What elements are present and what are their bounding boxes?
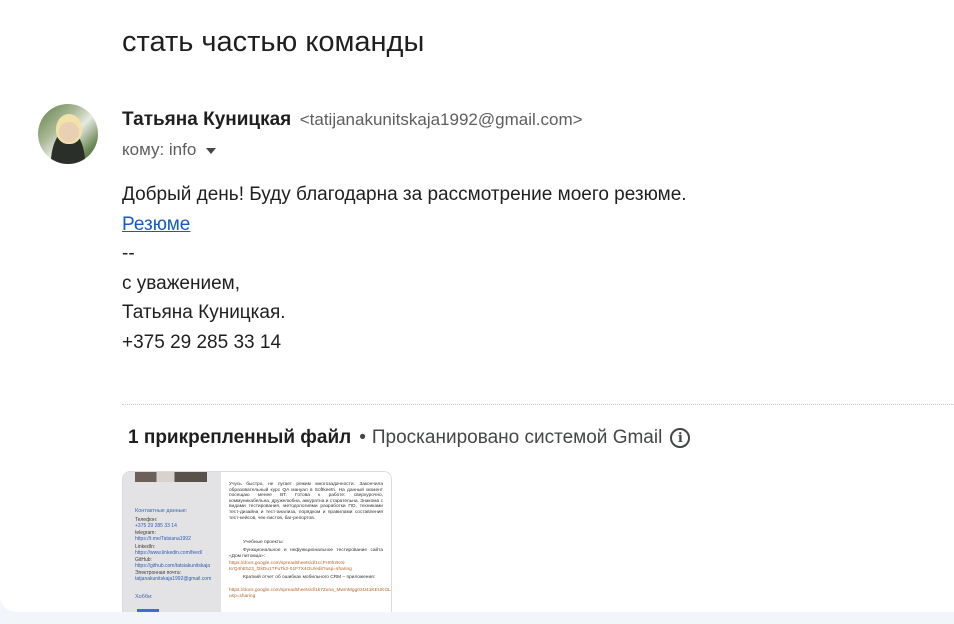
attachments-count: 1 прикрепленный файл xyxy=(128,427,352,448)
thumb-project2: Краткий отчет об ошибках мобильного CRM … xyxy=(243,575,376,580)
info-icon[interactable]: i xyxy=(670,428,691,448)
signature-regards: с уважением, xyxy=(122,272,241,294)
signature-phone: +375 29 285 33 14 xyxy=(122,331,282,353)
signature-separator: -- xyxy=(122,243,135,264)
resume-photo xyxy=(135,472,207,482)
recipients-label: кому: info xyxy=(122,140,197,159)
attachment-thumbnail[interactable]: Контактные данные: Телефон: +375 29 285 … xyxy=(122,471,392,612)
thumb-github: https://github.com/tatsiakunitskaja xyxy=(135,563,211,569)
thumb-project2-link: https://docs.google.com/spreadsheets/d/1… xyxy=(229,588,392,599)
email-body: Добрый день! Буду благодарна за рассмотр… xyxy=(122,180,687,357)
chevron-down-icon[interactable] xyxy=(206,148,217,154)
thumb-hobbies: Хобби: xyxy=(135,594,153,600)
attachments-divider xyxy=(122,404,954,405)
email-view: стать частью команды Татьяна Куницкая <t… xyxy=(0,0,954,612)
attachments-separator: • xyxy=(359,427,366,448)
thumb-project1-link: https://docs.google.com/spreadsheets/d/1… xyxy=(229,561,352,572)
thumb-summary: Учусь быстро, не пугает режим многозадач… xyxy=(229,482,383,521)
scan-status: Просканировано системой Gmail xyxy=(371,427,663,448)
thumb-phone: +375 29 285 33 14 xyxy=(135,523,177,529)
sender-avatar[interactable] xyxy=(38,104,98,164)
sender-name[interactable]: Татьяна Куницкая xyxy=(122,109,291,130)
sender-email: <tatijanakunitskaja1992@gmail.com> xyxy=(299,110,583,129)
signature-name: Татьяна Куницкая. xyxy=(122,302,286,323)
thumb-telegram: https://t.me/Tatsiana1992 xyxy=(135,536,191,542)
thumb-linkedin: https://www.linkedin.com/feed/ xyxy=(135,550,203,556)
greeting-text: Добрый день! Буду благодарна за рассмотр… xyxy=(122,184,687,205)
resume-link[interactable]: Резюме xyxy=(122,214,190,235)
resume-sidebar: Контактные данные: Телефон: +375 29 285 … xyxy=(123,472,221,612)
thumb-projects-heading: Учебные проекты: xyxy=(243,540,284,545)
thumb-accent-bar xyxy=(137,609,159,612)
thumb-project1: Функциональное и нефункциональное тестир… xyxy=(229,548,383,559)
email-subject: стать частью команды xyxy=(122,26,425,58)
attachments-header: 1 прикрепленный файл • Просканировано си… xyxy=(128,427,691,449)
sender-line: Татьяна Куницкая <tatijanakunitskaja1992… xyxy=(122,109,583,131)
thumb-email: tatjanakunitskaja1992@gmail.com xyxy=(135,576,212,582)
thumb-contacts-heading: Контактные данные: xyxy=(135,508,188,514)
recipients-toggle[interactable]: кому: info xyxy=(122,140,217,160)
